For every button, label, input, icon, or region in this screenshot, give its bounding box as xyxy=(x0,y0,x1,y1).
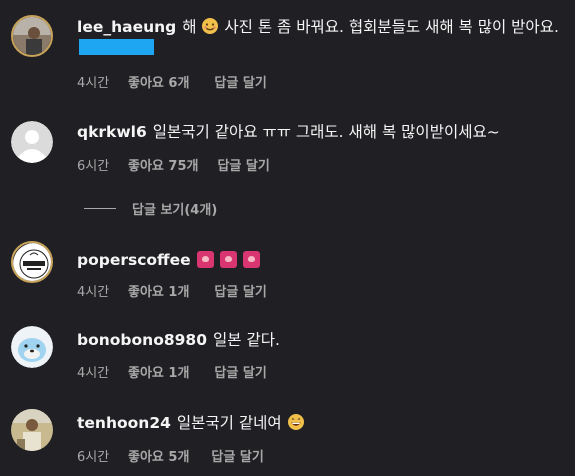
comment-time: 4시간 xyxy=(77,285,110,300)
comment-item: qkrkwl6 일본국기 같아요 ㅠㅠ 그래도. 새해 복 많이받이세요~ 6시간… xyxy=(0,110,575,190)
comment-time: 6시간 xyxy=(77,159,110,174)
comment-body: 일본국기 같네여 xyxy=(176,414,282,432)
comment-meta: 6시간 좋아요 75개 답글 달기 xyxy=(77,155,270,174)
comment-likes[interactable]: 좋아요 5개 xyxy=(128,446,189,465)
comment-username[interactable]: poperscoffee xyxy=(77,251,191,269)
comment-body: 사진 톤 좀 바꿔요. 협회분들도 새해 복 많이 받아요. xyxy=(224,18,559,36)
smiling-face-icon xyxy=(202,18,219,34)
comment-likes[interactable]: 좋아요 75개 xyxy=(128,155,198,174)
grinning-face-icon xyxy=(287,414,304,430)
profile-photo-icon xyxy=(13,17,51,55)
avatar[interactable] xyxy=(11,409,53,451)
heart-sticker-icon xyxy=(219,251,237,268)
comment-likes[interactable]: 좋아요 1개 xyxy=(128,281,189,300)
comment-time: 4시간 xyxy=(77,366,110,381)
comment-text: poperscoffee xyxy=(77,250,565,270)
default-avatar-icon xyxy=(11,121,53,163)
view-replies-button[interactable]: 답글 보기(4개) xyxy=(84,199,217,218)
comment-body: 일본 같다. xyxy=(213,331,280,349)
comment-item: bonobono8980 일본 같다. 4시간 좋아요 1개 답글 달기 xyxy=(0,320,575,392)
comment-meta: 4시간 좋아요 6개 답글 달기 xyxy=(77,72,267,91)
comment-username[interactable]: lee_haeung xyxy=(77,18,176,36)
comment-meta: 4시간 좋아요 1개 답글 달기 xyxy=(77,281,267,300)
avatar[interactable] xyxy=(11,326,53,368)
reply-button[interactable]: 답글 달기 xyxy=(214,72,266,91)
heart-sticker-icon xyxy=(242,251,260,268)
comment-body: 일본국기 같아요 ㅠㅠ 그래도. 새해 복 많이받이세요~ xyxy=(152,123,500,141)
reply-button[interactable]: 답글 달기 xyxy=(217,155,269,174)
replies-divider xyxy=(84,208,116,209)
profile-photo-icon xyxy=(11,409,53,451)
comment-item: tenhoon24 일본국기 같네여 6시간 좋아요 5개 답글 달기 xyxy=(0,400,575,476)
reply-button[interactable]: 답글 달기 xyxy=(214,362,266,381)
avatar[interactable] xyxy=(11,241,53,283)
comment-meta: 6시간 좋아요 5개 답글 달기 xyxy=(77,446,264,465)
comment-username[interactable]: bonobono8980 xyxy=(77,331,207,349)
redaction-box xyxy=(79,39,154,55)
comment-meta: 4시간 좋아요 1개 답글 달기 xyxy=(77,362,267,381)
reply-button[interactable]: 답글 달기 xyxy=(211,446,263,465)
comment-body: 해 xyxy=(182,18,197,36)
comment-likes[interactable]: 좋아요 1개 xyxy=(128,362,189,381)
poperscoffee-logo-icon xyxy=(13,243,51,281)
comment-time: 4시간 xyxy=(77,76,110,91)
comment-username[interactable]: qkrkwl6 xyxy=(77,123,147,141)
avatar[interactable] xyxy=(11,15,53,57)
comment-username[interactable]: tenhoon24 xyxy=(77,414,171,432)
avatar[interactable] xyxy=(11,121,53,163)
comment-item: lee_haeung 해 사진 톤 좀 바꿔요. 협회분들도 새해 복 많이 받아… xyxy=(0,0,575,110)
reply-button[interactable]: 답글 달기 xyxy=(214,281,266,300)
comment-likes[interactable]: 좋아요 6개 xyxy=(128,72,189,91)
heart-sticker-icon xyxy=(196,251,214,268)
comment-text: tenhoon24 일본국기 같네여 xyxy=(77,413,565,433)
comment-item: poperscoffee 4시간 좋아요 1개 답글 달기 xyxy=(0,238,575,310)
comment-text: qkrkwl6 일본국기 같아요 ㅠㅠ 그래도. 새해 복 많이받이세요~ xyxy=(77,122,565,142)
view-replies-label: 답글 보기(4개) xyxy=(132,203,218,218)
cartoon-avatar-icon xyxy=(11,326,53,368)
comment-text: lee_haeung 해 사진 톤 좀 바꿔요. 협회분들도 새해 복 많이 받아… xyxy=(77,17,565,57)
comment-time: 6시간 xyxy=(77,450,110,465)
comment-text: bonobono8980 일본 같다. xyxy=(77,330,565,350)
